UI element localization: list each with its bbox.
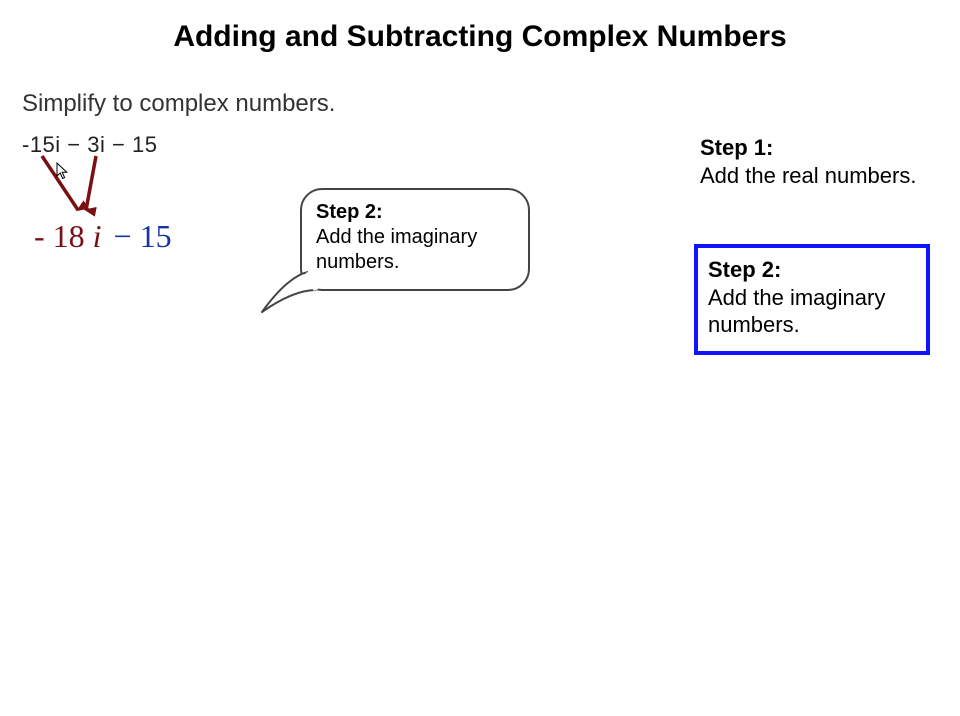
step1-label: Step 1: [700,135,773,160]
speech-bubble-body: Step 2: Add the imaginary numbers. [300,188,530,291]
step2-label: Step 2: [708,257,781,282]
step1-text: Add the real numbers. [700,162,920,190]
imag-i: i [93,218,102,254]
step2-block-highlighted: Step 2: Add the imaginary numbers. [694,244,930,355]
instruction-text: Simplify to complex numbers. [22,90,335,118]
speech-bubble: Step 2: Add the imaginary numbers. [300,188,530,291]
imaginary-part: - 18 i [34,218,102,254]
step1-block: Step 1: Add the real numbers. [700,134,920,189]
arrows-overlay [28,150,148,228]
result-expression: - 18 i − 15 [34,218,172,255]
bubble-step-text: Add the imaginary numbers. [316,225,514,275]
bubble-step-label: Step 2: [316,201,383,223]
step2-text: Add the imaginary numbers. [708,284,916,339]
real-part: − 15 [114,218,172,254]
real-val: 15 [140,218,172,254]
real-sign: − [114,218,132,254]
cursor-icon [56,162,72,182]
expression-text: -15i − 3i − 15 [22,132,157,158]
page-title: Adding and Subtracting Complex Numbers [0,20,960,54]
imag-coeff: - 18 [34,218,85,254]
